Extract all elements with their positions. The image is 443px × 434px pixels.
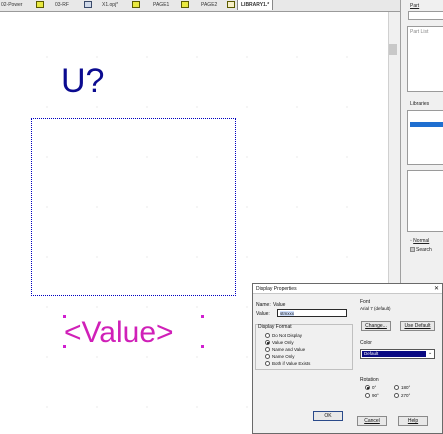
tab-03-rf[interactable]: 03-RF — [55, 0, 69, 10]
tab-library1[interactable]: LIBRARY1.* — [237, 0, 274, 10]
color-label: Color — [360, 340, 372, 346]
part-reference-designator[interactable]: U? — [61, 62, 104, 101]
part-list-box[interactable]: Part List — [407, 26, 443, 92]
name-label: Name: — [256, 302, 271, 308]
search-label[interactable]: Search — [416, 247, 432, 253]
library-icon — [227, 1, 235, 8]
cancel-button[interactable]: Cancel — [357, 416, 387, 426]
chevron-down-icon: ⌄ — [428, 350, 433, 356]
use-default-font-button[interactable]: Use Default — [400, 321, 435, 331]
rotation-option: 90° — [372, 393, 379, 398]
rotation-radio-0[interactable] — [365, 385, 370, 390]
normal-view-option[interactable]: ◦ Normal — [410, 238, 429, 244]
format-radio-name-only[interactable] — [265, 354, 270, 359]
selection-handle[interactable] — [201, 315, 204, 318]
tab-project[interactable]: X1.opj* — [102, 0, 118, 10]
rotation-option: 0° — [372, 385, 377, 390]
help-button[interactable]: Help — [398, 416, 428, 426]
change-font-button[interactable]: Change... — [361, 321, 391, 331]
libraries-list[interactable] — [407, 110, 443, 165]
document-tab-bar: 02-Power 03-RF X1.opj* PAGE1 PAGE2 LIBRA… — [0, 0, 400, 12]
value-input[interactable]: stmxxx — [277, 309, 347, 317]
search-icon[interactable] — [410, 247, 415, 252]
color-swatch: Default — [362, 351, 426, 357]
tab-page1[interactable]: PAGE1 — [153, 0, 169, 10]
rotation-radio-270[interactable] — [394, 393, 399, 398]
libraries-label: Libraries — [410, 101, 430, 107]
format-radio-value-only[interactable] — [265, 340, 270, 345]
font-value: Arial 7 (default) — [360, 306, 391, 311]
format-option: Name and Value — [272, 347, 306, 352]
schematic-page-icon — [132, 1, 140, 8]
project-icon — [84, 1, 92, 8]
selection-handle[interactable] — [63, 315, 66, 318]
display-format-group: Display Format Do Not Display Value Only… — [255, 324, 353, 370]
rotation-option: 180° — [401, 385, 411, 390]
color-select[interactable]: Default ⌄ — [360, 349, 435, 359]
rotation-radio-90[interactable] — [365, 393, 370, 398]
format-radio-name-and-value[interactable] — [265, 347, 270, 352]
font-label: Font — [360, 299, 371, 305]
part-preview-box — [407, 170, 443, 232]
part-name-input[interactable] — [408, 11, 443, 20]
tab-02-power[interactable]: 02-Power — [1, 0, 22, 10]
display-format-label: Display Format — [258, 324, 292, 330]
format-radio-do-not-display[interactable] — [265, 333, 270, 338]
part-list-label: Part List — [410, 29, 429, 35]
format-option: Value Only — [272, 340, 294, 345]
normal-label: Normal — [413, 238, 430, 244]
selection-handle[interactable] — [201, 345, 204, 348]
format-radio-both-if-value-exists[interactable] — [265, 361, 270, 366]
color-value: Default — [364, 351, 379, 356]
scrollbar-thumb[interactable] — [389, 44, 397, 55]
name-value: Value — [273, 302, 286, 308]
rotation-option: 270° — [401, 393, 411, 398]
selected-library-row[interactable] — [410, 122, 443, 127]
schematic-page-icon — [36, 1, 44, 8]
tab-page2[interactable]: PAGE2 — [201, 0, 217, 10]
schematic-page-icon — [181, 1, 189, 8]
format-option: Name Only — [272, 354, 295, 359]
part-label: Part — [410, 3, 420, 9]
selection-handle[interactable] — [63, 345, 66, 348]
part-body-outline[interactable] — [31, 118, 236, 296]
value-input-text: stmxxx — [280, 311, 294, 316]
format-option: Do Not Display — [272, 333, 303, 338]
dialog-title-bar: Display Properties ✕ — [253, 284, 442, 294]
rotation-label: Rotation — [360, 377, 379, 383]
close-icon[interactable]: ✕ — [434, 285, 439, 292]
display-properties-dialog: Display Properties ✕ Name: Value Value: … — [252, 283, 443, 434]
format-option: Both if Value Exists — [272, 361, 311, 366]
dialog-title: Display Properties — [256, 286, 297, 292]
rotation-radio-180[interactable] — [394, 385, 399, 390]
value-label: Value: — [256, 311, 270, 317]
part-value-text[interactable]: <Value> — [64, 316, 174, 350]
ok-button[interactable]: OK — [313, 411, 343, 421]
